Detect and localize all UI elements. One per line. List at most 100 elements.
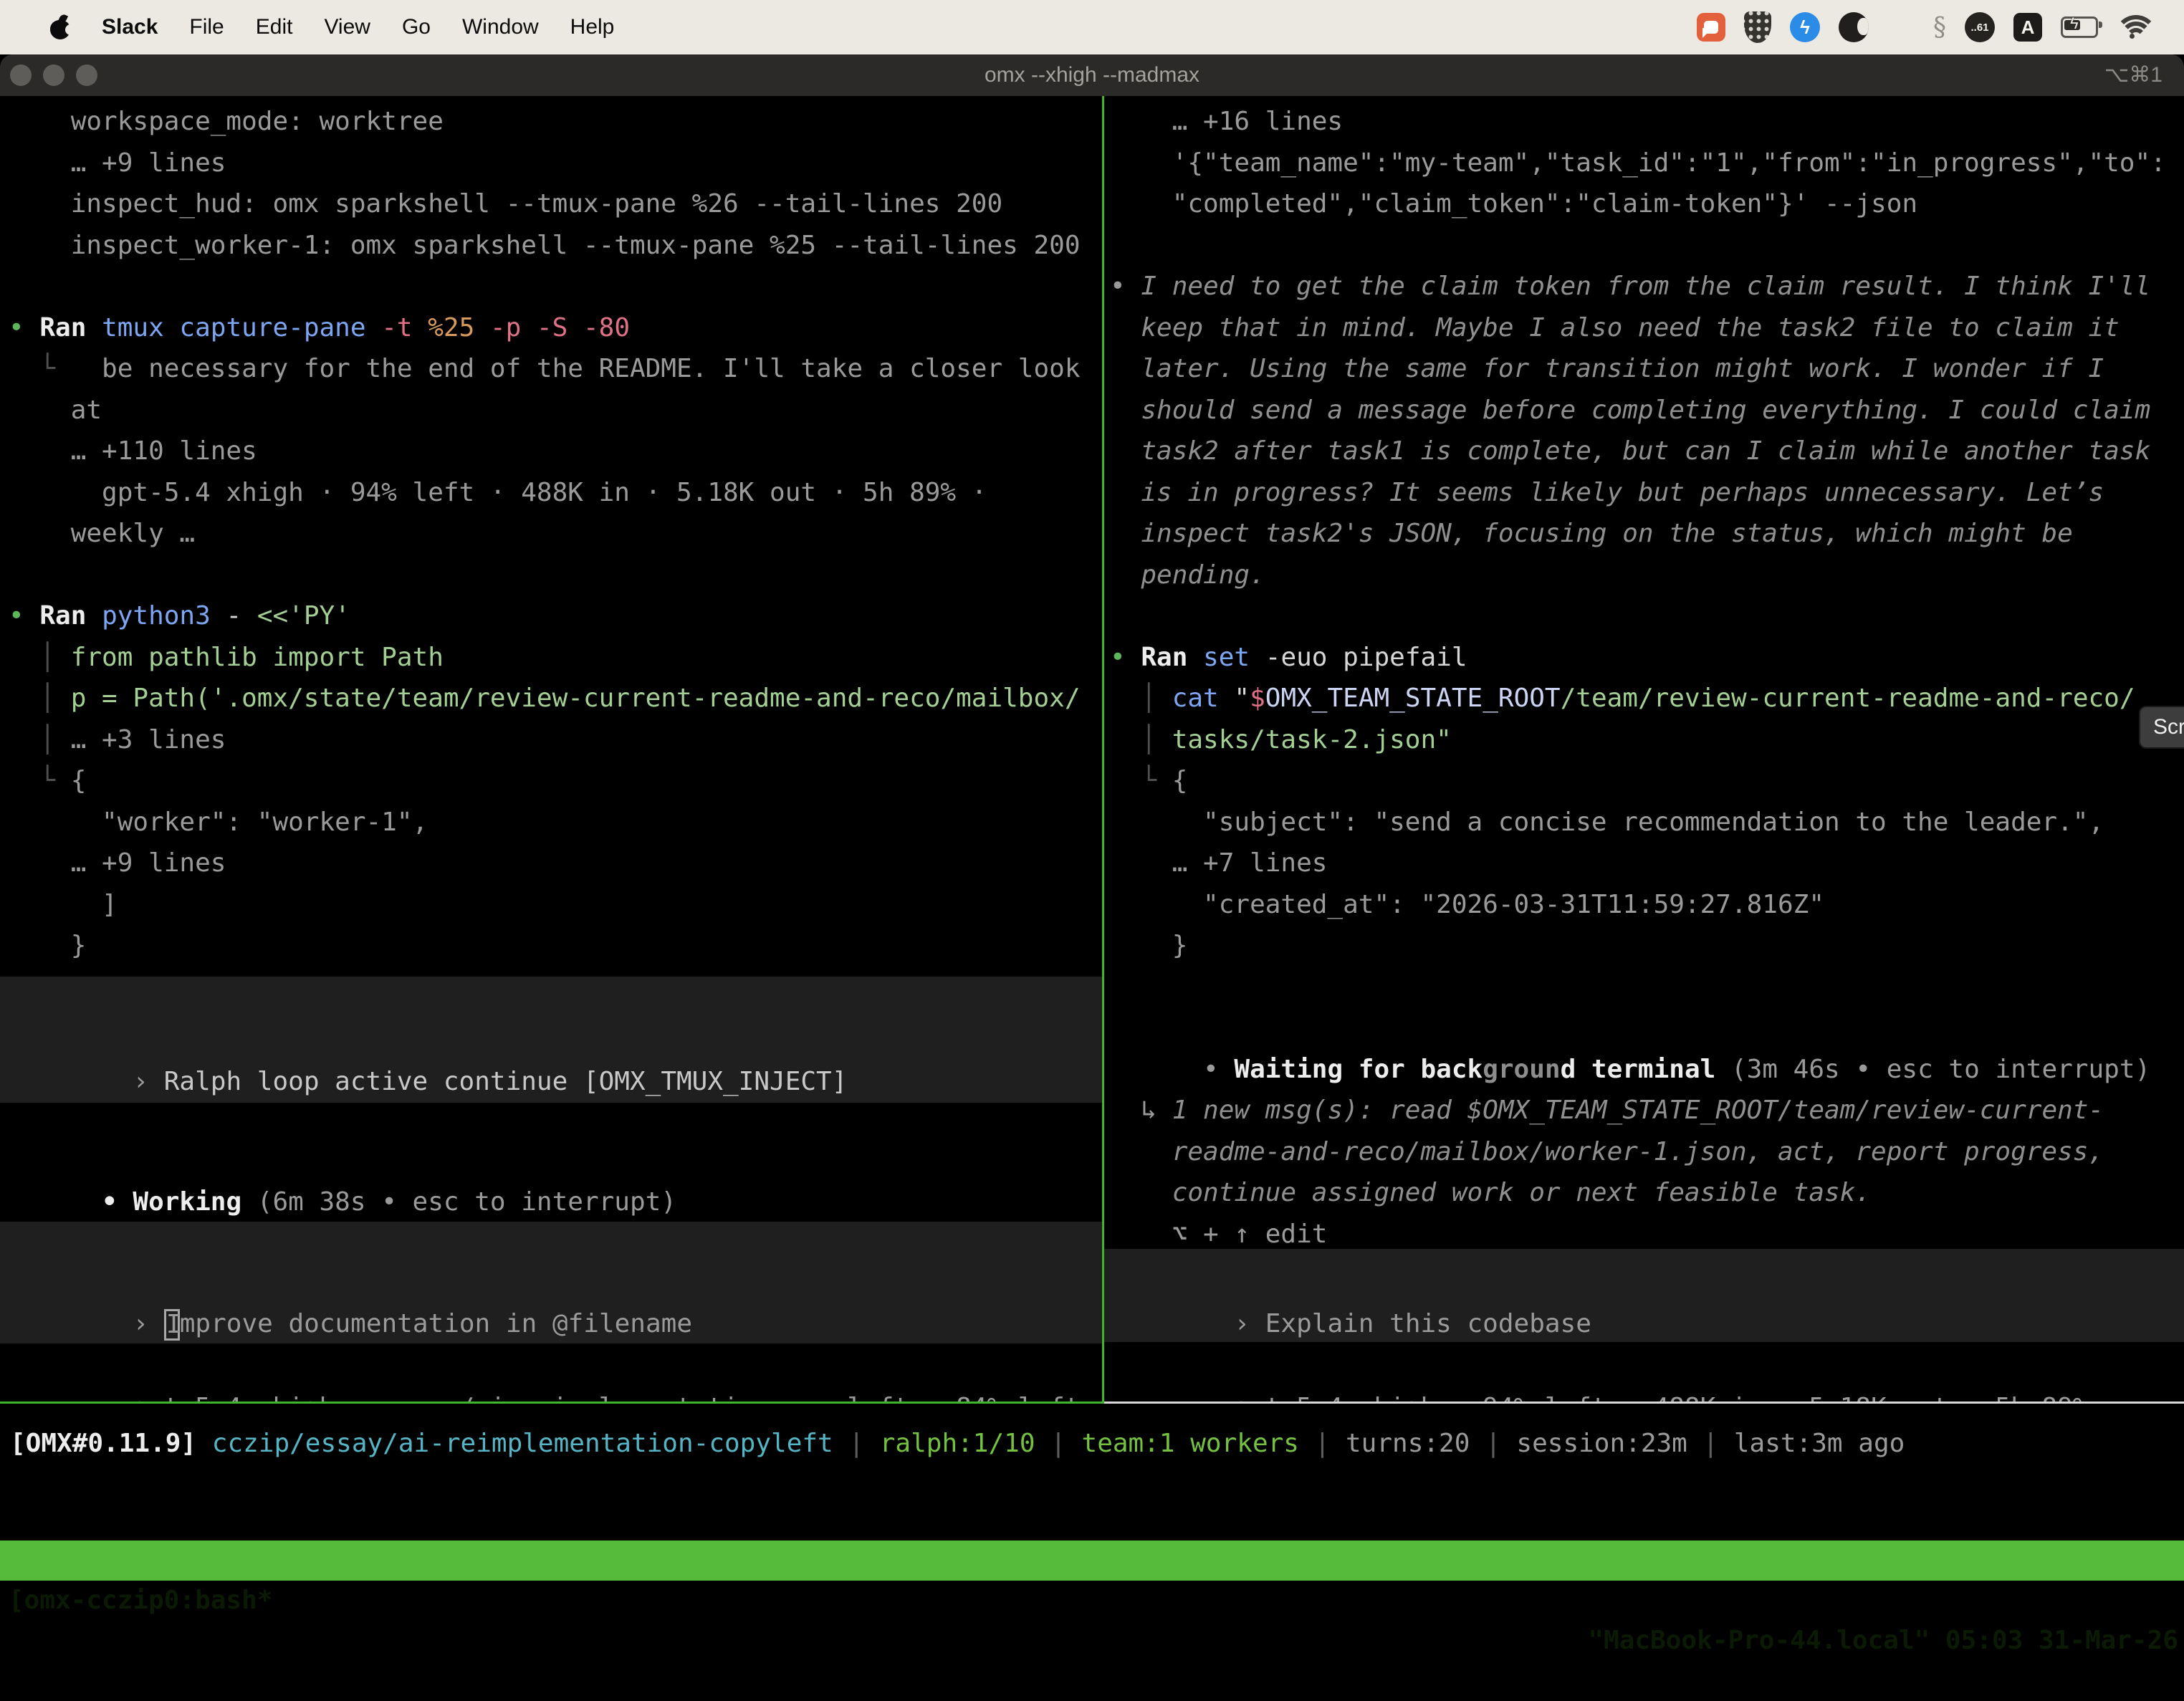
text-segment: <<'PY' — [257, 601, 350, 631]
left-input-band[interactable]: › Improve documentation in @filename — [0, 1222, 1102, 1343]
waiting-label-shimmer: groun — [1483, 1055, 1560, 1084]
text-segment: │ — [1110, 684, 1172, 713]
tmux-status-bar: [omx-cczip0:bash* "MacBook-Pro-44.local"… — [0, 1541, 2184, 1581]
text-segment: p = Path('.omx/state/team/review-current… — [71, 684, 1081, 713]
text-segment: | — [1299, 1429, 1346, 1458]
text-segment: } — [9, 931, 86, 960]
text-segment: … +7 lines — [1110, 848, 1327, 878]
text-segment: last:3m ago — [1734, 1429, 1905, 1458]
terminal-line: is in progress? It seems likely but perh… — [1110, 472, 2184, 514]
text-segment: -t — [381, 313, 428, 342]
notice-text: Ralph loop active continue [OMX_TMUX_INJ… — [164, 1067, 848, 1096]
disk-utility-icon[interactable] — [1839, 12, 1869, 42]
terminal-line: } — [9, 925, 1102, 967]
text-segment: gpt-5.4 xhigh · 94% left · 488K in · 5.1… — [9, 478, 987, 507]
text-segment: team:1 workers — [1082, 1429, 1299, 1458]
text-segment: %25 — [428, 313, 490, 342]
text-segment: • — [9, 601, 39, 631]
text-segment: -p -S -80 — [490, 313, 630, 342]
model-status-text: gpt-5.4 xhigh · essay/ai-reimplementatio… — [102, 1393, 1102, 1402]
text-segment: turns:20 — [1346, 1429, 1470, 1458]
text-segment: … +110 lines — [9, 436, 257, 466]
text-segment: continue assigned work or next feasible … — [1110, 1178, 1871, 1207]
text-segment: … +9 lines — [9, 848, 226, 878]
text-segment: workspace_mode: worktree — [9, 107, 444, 136]
menu-item-file[interactable]: File — [189, 15, 224, 39]
right-input-band[interactable]: › Explain this codebase — [1104, 1249, 2184, 1342]
left-notice-band: › Ralph loop active continue [OMX_TMUX_I… — [0, 977, 1102, 1103]
text-segment: … +16 lines — [1110, 107, 1343, 136]
text-segment: should send a message before completing … — [1110, 396, 2150, 425]
terminal-line: • I need to get the claim token from the… — [1110, 266, 2184, 307]
text-segment: { — [1172, 766, 1188, 795]
text-segment: • — [9, 313, 39, 342]
percent-badge-icon[interactable]: ..61 — [1965, 12, 1995, 42]
menu-item-go[interactable]: Go — [402, 15, 431, 39]
menu-item-edit[interactable]: Edit — [256, 15, 293, 39]
text-segment: • — [1110, 643, 1141, 672]
waiting-detail: (3m 46s • esc to interrupt) — [1715, 1055, 2150, 1084]
terminal-line: │ from pathlib import Path — [9, 637, 1102, 679]
text-segment: Ran — [39, 601, 102, 631]
wifi-icon[interactable] — [2117, 15, 2151, 39]
inactive-pane-border — [1104, 1401, 2184, 1404]
text-segment: ↳ — [1110, 1096, 1172, 1125]
text-cursor: I — [164, 1309, 180, 1341]
messenger-icon[interactable]: ϟ — [1790, 12, 1820, 42]
input-placeholder: Explain this codebase — [1265, 1309, 1591, 1338]
tmux-pane-worker[interactable]: … +16 lines '{"team_name":"my-team","tas… — [1104, 96, 2184, 1401]
working-bullet-icon: • — [102, 1187, 133, 1217]
left-model-status-line: gpt-5.4 xhigh · essay/ai-reimplementatio… — [9, 1346, 1102, 1387]
terminal-line: └ { — [9, 760, 1102, 802]
terminal-line: workspace_mode: worktree — [9, 101, 1102, 143]
apple-menu-icon[interactable] — [50, 14, 70, 40]
tmux-pane-hud[interactable]: workspace_mode: worktree … +9 lines insp… — [0, 96, 1102, 1401]
menu-item-view[interactable]: View — [324, 15, 370, 39]
text-segment: ] — [9, 890, 118, 919]
tmux-session-name: [omx-cczip0:bash* — [9, 1581, 272, 1621]
terminal-line: │ cat "$OMX_TEAM_STATE_ROOT/team/review-… — [1110, 678, 2184, 719]
menu-item-help[interactable]: Help — [570, 15, 615, 39]
terminal-line: "created_at": "2026-03-31T11:59:27.816Z" — [1110, 884, 2184, 926]
left-prompt-input[interactable]: › Improve documentation in @filename — [0, 1262, 1102, 1303]
right-prompt-input[interactable]: › Explain this codebase — [1104, 1262, 2184, 1303]
squiggle-menu-icon[interactable]: § — [1933, 13, 1946, 42]
input-source-icon[interactable]: A — [2013, 13, 2042, 42]
terminal-window: workspace_mode: worktree … +9 lines insp… — [0, 96, 2184, 1599]
menu-app-name[interactable]: Slack — [102, 15, 158, 39]
waiting-label: Waiting for back — [1234, 1055, 1483, 1084]
text-segment: cczip/essay/ai-reimplementation-copyleft — [212, 1429, 833, 1458]
terminal-line: • Ran python3 - <<'PY' — [9, 595, 1102, 637]
text-segment: inspect_hud: omx sparkshell --tmux-pane … — [9, 189, 1002, 219]
battery-icon[interactable]: ϟ — [2061, 16, 2098, 38]
text-segment: /team/review-current-readme-and-reco/ — [1561, 684, 2135, 713]
terminal-line: │ tasks/task-2.json" — [1110, 719, 2184, 761]
text-segment: pending. — [1110, 560, 1265, 590]
chat-app-icon[interactable] — [1697, 13, 1725, 42]
terminal-line — [1110, 225, 2184, 267]
terminal-line: keep that in mind. Maybe I also need the… — [1110, 307, 2184, 349]
terminal-line: … +9 lines — [9, 843, 1102, 884]
terminal-line: • Ran tmux capture-pane -t %25 -p -S -80 — [9, 307, 1102, 349]
text-segment: is in progress? It seems likely but perh… — [1110, 478, 2104, 507]
text-segment: ralph:1/10 — [880, 1429, 1035, 1458]
text-segment: | — [1035, 1429, 1082, 1458]
terminal-line: └ be necessary for the end of the README… — [9, 348, 1102, 390]
text-segment: ⌥ + ↑ edit — [1110, 1220, 1327, 1249]
menu-item-window[interactable]: Window — [462, 15, 539, 39]
dot-grid-icon[interactable] — [1887, 14, 1915, 41]
text-segment: "subject": "send a concise recommendatio… — [1110, 808, 2104, 837]
privacy-shield-icon[interactable] — [1744, 11, 1771, 43]
terminal-line: ] — [9, 884, 1102, 926]
tmux-host-clock: "MacBook-Pro-44.local" 05:03 31-Mar-26 — [1588, 1621, 2178, 1661]
terminal-line: later. Using the same for transition mig… — [1110, 348, 2184, 390]
terminal-line: "worker": "worker-1", — [9, 802, 1102, 843]
text-segment: set — [1203, 643, 1265, 672]
terminal-line: … +7 lines — [1110, 843, 2184, 884]
text-segment: | — [1687, 1429, 1734, 1458]
working-status-line: • Working (6m 38s • esc to interrupt) — [9, 1140, 1102, 1182]
window-shortcut-hint: ⌥⌘1 — [2104, 54, 2163, 96]
working-detail: (6m 38s • esc to interrupt) — [241, 1187, 676, 1217]
terminal-line: at — [9, 390, 1102, 431]
new-message-hint: ↳ 1 new msg(s): read $OMX_TEAM_STATE_ROO… — [1110, 1090, 2184, 1255]
